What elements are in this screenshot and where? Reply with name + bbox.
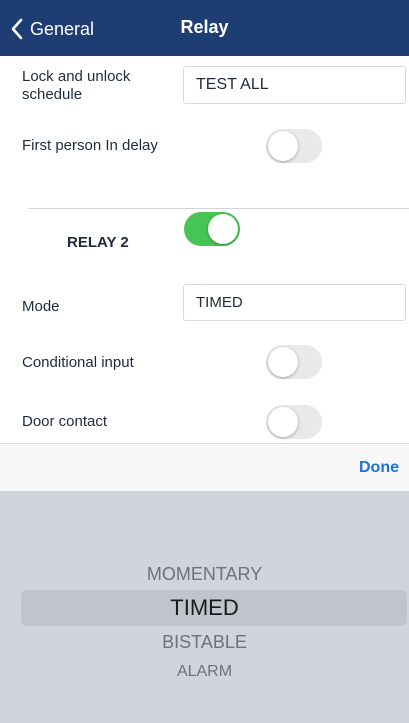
door-contact-label: Door contact bbox=[22, 413, 108, 430]
done-button[interactable]: Done bbox=[359, 459, 399, 477]
schedule-field[interactable]: TEST ALL bbox=[183, 66, 406, 104]
toggle-knob bbox=[268, 131, 298, 161]
mode-value: TIMED bbox=[196, 294, 243, 311]
first-person-delay-label: First person In delay bbox=[22, 137, 158, 154]
toggle-knob bbox=[268, 407, 298, 437]
schedule-value: TEST ALL bbox=[196, 76, 269, 93]
relay-2-title: RELAY 2 bbox=[67, 234, 129, 251]
section-divider bbox=[28, 208, 409, 209]
relay-2-toggle[interactable] bbox=[184, 212, 240, 246]
toggle-knob bbox=[208, 214, 238, 244]
door-contact-toggle[interactable] bbox=[266, 405, 322, 439]
schedule-label: Lock and unlock schedule bbox=[22, 68, 131, 103]
mode-picker[interactable]: MOMENTARY TIMED BISTABLE ALARM bbox=[0, 491, 409, 723]
mode-field[interactable]: TIMED bbox=[183, 284, 406, 321]
navigation-bar: General Relay bbox=[0, 0, 409, 56]
picker-option-momentary[interactable]: MOMENTARY bbox=[0, 564, 409, 585]
picker-option-alarm[interactable]: ALARM bbox=[0, 663, 409, 681]
picker-toolbar: Done bbox=[0, 443, 409, 491]
picker-option-timed[interactable]: TIMED bbox=[0, 595, 409, 621]
mode-label: Mode bbox=[22, 298, 60, 315]
page-title: Relay bbox=[180, 17, 229, 37]
conditional-input-toggle[interactable] bbox=[266, 345, 322, 379]
picker-option-bistable[interactable]: BISTABLE bbox=[0, 632, 409, 653]
conditional-input-label: Conditional input bbox=[22, 354, 134, 371]
toggle-knob bbox=[268, 347, 298, 377]
first-person-delay-toggle[interactable] bbox=[266, 129, 322, 163]
